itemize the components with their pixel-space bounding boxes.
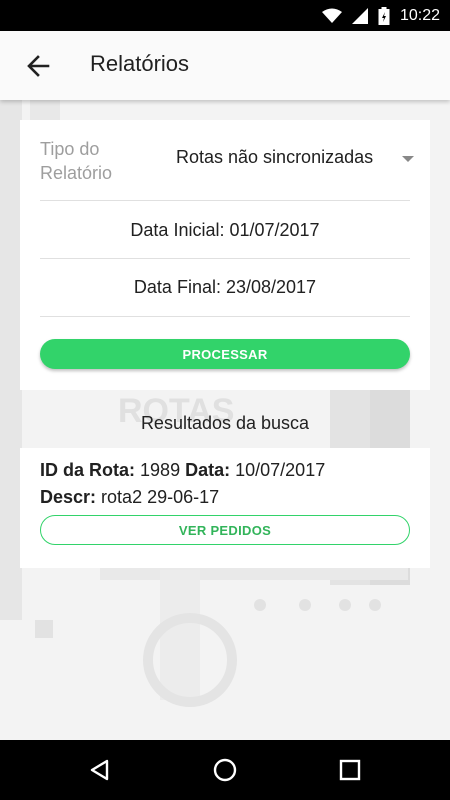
end-date-field[interactable]: Data Final: 23/08/2017 [40, 277, 410, 298]
home-circle-icon [213, 758, 237, 782]
route-id-label: ID da Rota: [40, 460, 136, 480]
route-description-line: Descr: rota2 29-06-17 [40, 487, 219, 508]
start-date-field[interactable]: Data Inicial: 01/07/2017 [40, 220, 410, 241]
status-bar: 10:22 [0, 0, 450, 31]
route-id-line: ID da Rota: 1989 Data: 10/07/2017 [40, 460, 325, 481]
route-date-value: 10/07/2017 [235, 460, 326, 480]
chevron-down-icon [402, 156, 414, 162]
nav-recents-button[interactable] [335, 755, 365, 785]
navigation-bar [0, 740, 450, 800]
report-form-card: Tipo do Relatório Rotas não sincronizada… [20, 120, 430, 390]
nav-home-button[interactable] [210, 755, 240, 785]
process-button[interactable]: PROCESSAR [40, 339, 410, 369]
wifi-icon [321, 8, 342, 23]
signal-icon [351, 7, 368, 24]
divider [40, 200, 410, 201]
status-icons: 10:22 [321, 0, 440, 31]
route-description-value: rota2 29-06-17 [101, 487, 220, 507]
route-date-label: Data: [185, 460, 231, 480]
app-bar: Relatórios [0, 31, 450, 100]
report-type-value: Rotas não sincronizadas [176, 147, 374, 167]
nav-back-button[interactable] [85, 755, 115, 785]
report-type-dropdown[interactable]: Rotas não sincronizadas [176, 147, 416, 177]
back-triangle-icon [90, 759, 109, 781]
results-title: Resultados da busca [140, 413, 310, 433]
status-time: 10:22 [399, 6, 440, 24]
arrow-back-icon [27, 55, 50, 77]
report-type-row: Tipo do Relatório Rotas não sincronizada… [40, 135, 415, 197]
recents-square-icon [339, 759, 361, 781]
route-id-value: 1989 [140, 460, 181, 480]
divider [40, 316, 410, 317]
page-title: Relatórios [90, 51, 190, 76]
battery-icon [378, 6, 390, 25]
divider [40, 258, 410, 259]
view-orders-button[interactable]: VER PEDIDOS [40, 515, 410, 545]
result-card: ID da Rota: 1989 Data: 10/07/2017 Descr:… [20, 448, 430, 568]
report-type-label: Tipo do Relatório [40, 139, 113, 183]
route-description-label: Descr: [40, 487, 97, 507]
back-button[interactable] [22, 51, 58, 81]
